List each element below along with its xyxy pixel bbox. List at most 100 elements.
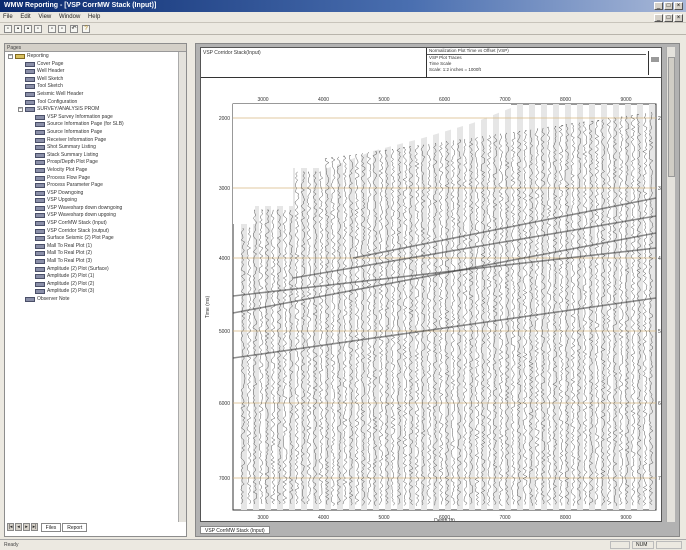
tree-item[interactable]: − Reporting	[5, 53, 177, 61]
tree-item[interactable]: Well Sketch	[5, 76, 177, 84]
tree-item[interactable]: Receiver Information Page	[5, 137, 177, 145]
page-icon	[35, 167, 45, 173]
trace-band	[409, 104, 415, 510]
tree-item[interactable]: Well Header	[5, 68, 177, 76]
doc-minimize-button[interactable]: _	[654, 14, 663, 22]
copy-icon[interactable]: ▫	[48, 25, 56, 33]
tree-item[interactable]: Process Parameter Page	[5, 182, 177, 190]
tree-item-label: Process Parameter Page	[47, 182, 103, 189]
y-axis-label: Time (ms)	[205, 296, 211, 319]
tree-item[interactable]: VSP Corridor Stack (output)	[5, 228, 177, 236]
tree-item-label: Surface Seismic (2) Plot Page	[47, 235, 114, 242]
menu-view[interactable]: View	[35, 12, 54, 23]
tree-item[interactable]: Amplitude (2) Plot (Surface)	[5, 266, 177, 274]
seismic-plot: 3000 3000 4000 4000 5000 5000 6000 6000 7000 7000…	[205, 97, 662, 522]
tree-item[interactable]: Source Information Page	[5, 129, 177, 137]
tree-item[interactable]: Source Information Page (for SLB)	[5, 121, 177, 129]
paste-icon[interactable]: ▫	[58, 25, 66, 33]
trace-band	[457, 104, 463, 510]
page-icon	[35, 251, 45, 257]
tree-item[interactable]: Velocity Plot Page	[5, 167, 177, 175]
first-tab-icon[interactable]: |◂	[7, 523, 14, 531]
tree-item[interactable]: Amplitude (2) Plot (1)	[5, 273, 177, 281]
scrollbar-thumb[interactable]	[668, 57, 675, 177]
tree-item-label: Source Information Page	[47, 128, 103, 135]
y-tick-label-right: 5000	[658, 329, 662, 335]
tree-item[interactable]: Shot Summary Listing	[5, 144, 177, 152]
window-title: WMW Reporting - [VSP CorrMW Stack (Input…	[4, 2, 157, 9]
undo-icon[interactable]: ↶	[70, 25, 78, 33]
tree-item-label: Mall To Real Plot (2)	[47, 250, 92, 257]
x-tick-label: 7000	[499, 515, 510, 521]
page-icon	[25, 76, 35, 82]
tree-item[interactable]: VSP Upgoing	[5, 197, 177, 205]
save-icon[interactable]: ▪	[24, 25, 32, 33]
menu-help[interactable]: Help	[85, 12, 103, 23]
new-icon[interactable]: ▫	[4, 25, 12, 33]
tree-item[interactable]: Stack Summary Listing	[5, 152, 177, 160]
x-axis-label: Depth (ft)	[434, 518, 455, 522]
minimize-button[interactable]: _	[654, 2, 663, 10]
page-icon	[25, 69, 35, 75]
y-tick-label: 2000	[219, 116, 230, 122]
x-tick-label-top: 5000	[378, 97, 389, 103]
tree-scrollbar[interactable]	[178, 52, 186, 522]
tab-report[interactable]: Report	[62, 523, 88, 532]
tree-item[interactable]: Prosp/Depth Plot Page	[5, 159, 177, 167]
prev-tab-icon[interactable]: ◂	[15, 523, 22, 531]
tree-item-label: VSP Downgoing	[47, 189, 84, 196]
tree-item-label: Seismic Well Header	[37, 90, 84, 97]
next-tab-icon[interactable]: ▸	[23, 523, 30, 531]
trace-band	[649, 104, 655, 510]
tree-item-label: Well Sketch	[37, 75, 64, 82]
page-icon	[35, 221, 45, 227]
tree-item[interactable]: Amplitude (2) Plot (3)	[5, 288, 177, 296]
doc-close-button[interactable]: ×	[674, 14, 683, 22]
doc-restore-button[interactable]: □	[664, 14, 673, 22]
page-icon	[25, 297, 35, 302]
tree-item[interactable]: Mall To Real Plot (1)	[5, 243, 177, 251]
tree-item[interactable]: − SURVEY/ANALYSIS PROM	[5, 106, 177, 114]
tree-item[interactable]: Cover Page	[5, 61, 177, 69]
menu-edit[interactable]: Edit	[17, 12, 33, 23]
tree-item-label: Well Header	[37, 68, 65, 75]
tree-item[interactable]: VSP CorrMW Stack (Input)	[5, 220, 177, 228]
tree-item[interactable]: Mall To Real Plot (3)	[5, 258, 177, 266]
last-tab-icon[interactable]: ▸|	[31, 523, 38, 531]
tree-item[interactable]: VSP Downgoing	[5, 190, 177, 198]
help-icon[interactable]: ?	[82, 25, 90, 33]
menu-window[interactable]: Window	[56, 12, 83, 23]
tab-document[interactable]: VSP CorrMW Stack (Input)	[200, 526, 270, 534]
close-button[interactable]: ×	[674, 2, 683, 10]
expander-icon[interactable]: −	[8, 54, 13, 59]
tree-item[interactable]: Tool Configuration	[5, 99, 177, 107]
tree-item[interactable]: VSP Wavesharp down upgoing	[5, 212, 177, 220]
open-icon[interactable]: ▪	[14, 25, 22, 33]
maximize-button[interactable]: □	[664, 2, 673, 10]
y-tick-label-right: 2000	[658, 116, 662, 122]
tree-item[interactable]: Observer Note	[5, 296, 177, 304]
tree-item[interactable]: Seismic Well Header	[5, 91, 177, 99]
page-icon	[35, 289, 45, 295]
tree-item-label: VSP Corridor Stack (output)	[47, 227, 109, 234]
expander-icon[interactable]: −	[18, 107, 23, 113]
toolbar: ▫ ▪ ▪ ▫ ▫ ▫ ↶ ?	[0, 23, 686, 35]
menu-file[interactable]: File	[0, 12, 16, 23]
tree-item[interactable]: Surface Seismic (2) Plot Page	[5, 235, 177, 243]
tree-item[interactable]: VSP Wavesharp down downgoing	[5, 205, 177, 213]
tree-item[interactable]: Mall To Real Plot (2)	[5, 250, 177, 258]
tree-item[interactable]: Tool Sketch	[5, 83, 177, 91]
report-scrollbar[interactable]	[666, 47, 675, 522]
tree-item[interactable]: Amplitude (2) Plot (2)	[5, 281, 177, 289]
y-tick-label-right: 4000	[658, 256, 662, 262]
title-bar: WMW Reporting - [VSP CorrMW Stack (Input…	[0, 0, 686, 12]
tab-files[interactable]: Files	[40, 523, 62, 532]
tree-item[interactable]: Process Flow Page	[5, 175, 177, 183]
page-icon	[35, 114, 45, 120]
print-icon[interactable]: ▫	[34, 25, 42, 33]
x-tick-label-top: 7000	[499, 97, 510, 103]
page-icon	[35, 145, 45, 151]
page-icon	[25, 91, 35, 97]
tree-item[interactable]: VSP Survey Information page	[5, 114, 177, 122]
tree-item-label: VSP Wavesharp down upgoing	[47, 212, 116, 219]
